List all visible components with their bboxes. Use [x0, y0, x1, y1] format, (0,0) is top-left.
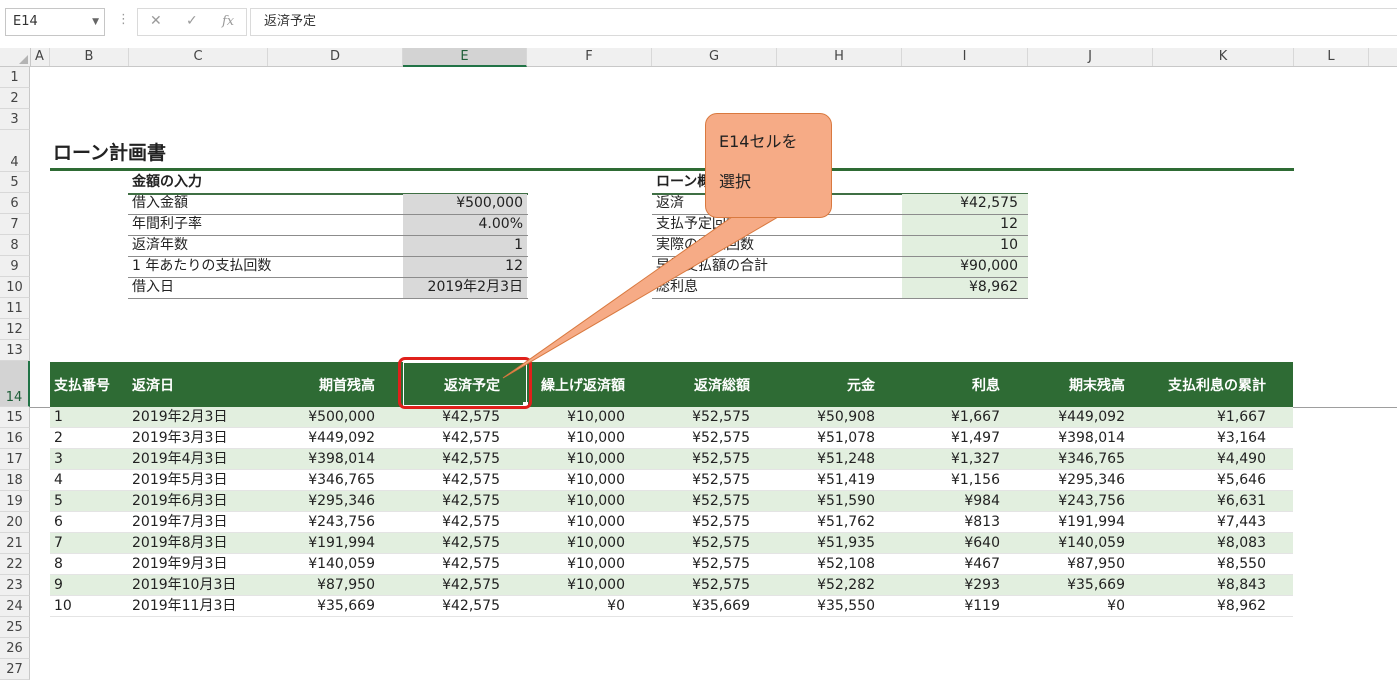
callout-line-1: E14セルを — [719, 132, 798, 151]
callout-bubble: E14セルを 選択 — [705, 113, 832, 218]
callout-line-2: 選択 — [719, 172, 752, 191]
callout-pointer — [502, 216, 780, 379]
